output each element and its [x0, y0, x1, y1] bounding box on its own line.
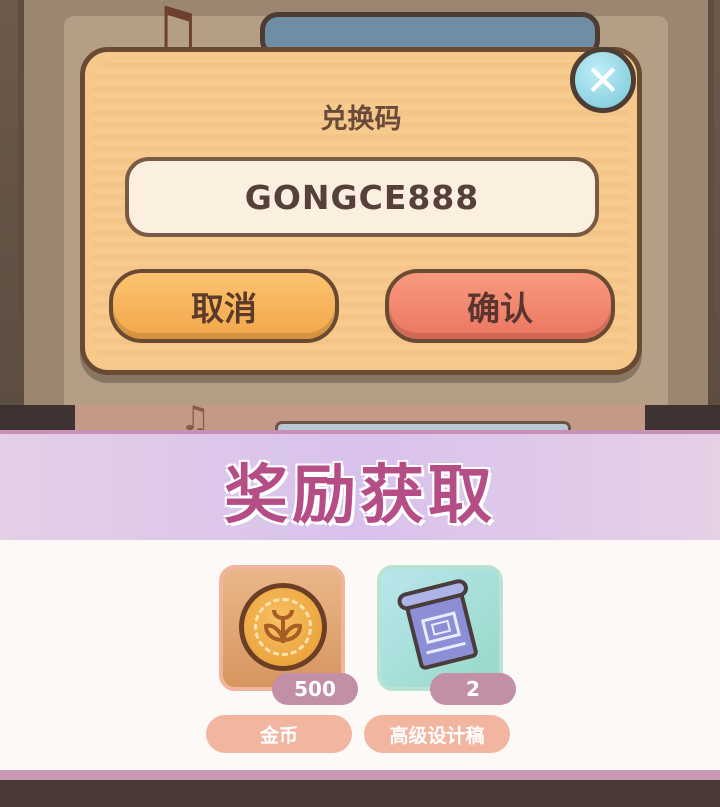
redeem-dialog: 兑换码 GONGCE888 取消 确认: [80, 47, 642, 375]
reward-title: 奖励获取: [224, 459, 496, 533]
reward-count-badge: 2: [430, 673, 516, 705]
reward-panel: 500 金币 2 高级设计稿: [0, 540, 720, 770]
close-icon[interactable]: ✕: [570, 47, 636, 113]
reward-count-badge: 500: [272, 673, 358, 705]
redeem-screen: ♫ 兑换码 GONGCE888 取消 确认 ✕: [0, 0, 720, 405]
redeem-code-input[interactable]: GONGCE888: [125, 157, 599, 237]
blueprint-scroll-icon: [397, 579, 478, 670]
confirm-button[interactable]: 确认: [385, 269, 615, 343]
reward-name: 金币: [206, 715, 352, 753]
reward-banner: 奖励获取: [0, 430, 720, 544]
cancel-button[interactable]: 取消: [109, 269, 339, 343]
reward-name: 高级设计稿: [364, 715, 510, 753]
leaf-emblem-icon: [263, 609, 303, 644]
reward-screen: ♫ 奖励获取 500 金币 2 高级设计稿: [0, 399, 720, 807]
dialog-title: 兑换码: [320, 104, 402, 135]
gold-coin-icon: [239, 583, 327, 671]
background-below: [0, 780, 720, 807]
panel-footer-border: [0, 770, 720, 780]
